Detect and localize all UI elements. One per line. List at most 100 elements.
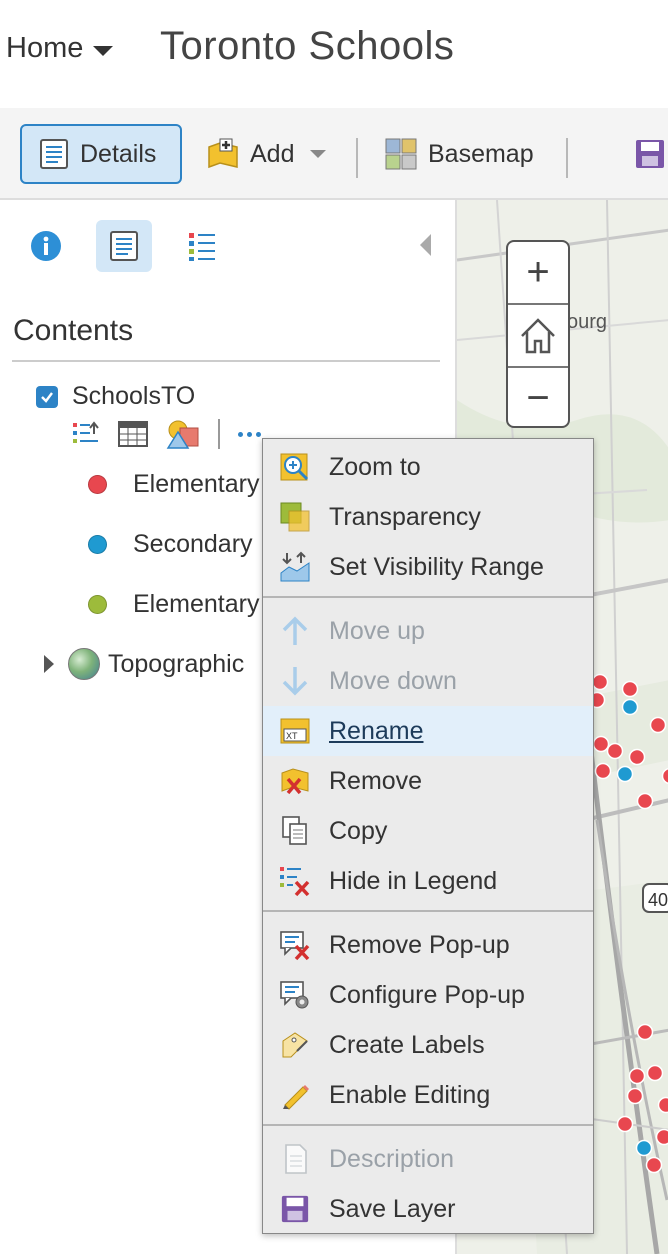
menu-item-remove[interactable]: Remove <box>263 756 593 806</box>
green-circle-icon <box>88 595 107 614</box>
menu-item-label: Move up <box>329 616 425 645</box>
home-icon <box>521 317 555 353</box>
remove-icon <box>279 765 311 797</box>
layer-visibility-checkbox[interactable] <box>36 385 58 408</box>
checkmark-icon <box>41 391 53 403</box>
menu-item-enable-editing[interactable]: Enable Editing <box>263 1070 593 1120</box>
menu-item-label[interactable]: Zoom to <box>329 453 421 482</box>
app-header: Home Toronto Schools <box>0 0 668 108</box>
layer-context-menu: Zoom to Transparency Set Visibility Rang… <box>262 438 594 1234</box>
menu-divider <box>263 596 593 598</box>
zoom-to-icon <box>279 451 311 483</box>
menu-item-label[interactable]: Configure Pop-up <box>329 981 525 1010</box>
document-icon <box>279 1143 311 1175</box>
menu-item-label[interactable]: Enable Editing <box>329 1081 490 1110</box>
svg-text:XT: XT <box>286 731 298 741</box>
visibility-range-icon <box>279 551 311 583</box>
show-legend-icon[interactable] <box>72 420 100 448</box>
menu-item-save-layer[interactable]: Save Layer <box>263 1184 593 1234</box>
toolbar: Details Add Basemap <box>0 108 668 200</box>
menu-item-hide-in-legend[interactable]: Hide in Legend <box>263 856 593 906</box>
map-place-label: ourg <box>567 311 607 333</box>
tab-about[interactable] <box>18 220 74 272</box>
home-extent-button[interactable] <box>508 303 568 366</box>
layer-item-topographic[interactable]: Topographic <box>44 648 244 680</box>
menu-item-label[interactable]: Transparency <box>329 503 481 532</box>
zoom-out-button[interactable]: − <box>508 366 568 429</box>
zoom-in-button[interactable]: + <box>508 242 568 303</box>
blue-circle-icon <box>88 535 107 554</box>
menu-item-label[interactable]: Remove <box>329 767 422 796</box>
caret-down-icon[interactable] <box>93 45 114 56</box>
basemap-layer-name[interactable]: Topographic <box>108 650 244 679</box>
table-icon[interactable] <box>118 421 148 447</box>
menu-item-label[interactable]: Rename <box>329 717 424 746</box>
collapse-panel-icon[interactable] <box>420 234 431 256</box>
add-label[interactable]: Add <box>250 140 294 169</box>
menu-divider <box>263 910 593 912</box>
home-menu[interactable]: Home <box>6 32 114 65</box>
menu-item-label[interactable]: Copy <box>329 817 387 846</box>
layer-tools <box>72 418 261 450</box>
menu-item-zoom-to[interactable]: Zoom to <box>263 442 593 492</box>
menu-item-remove-popup[interactable]: Remove Pop-up <box>263 920 593 970</box>
menu-item-label[interactable]: Create Labels <box>329 1031 485 1060</box>
expand-arrow-icon[interactable] <box>44 655 54 673</box>
rename-icon: XT <box>279 715 311 747</box>
basemap-label[interactable]: Basemap <box>428 140 534 169</box>
tab-contents[interactable] <box>96 220 152 272</box>
layer-name[interactable]: SchoolsTO <box>72 382 195 411</box>
details-icon <box>40 139 68 169</box>
menu-item-configure-popup[interactable]: Configure Pop-up <box>263 970 593 1020</box>
copy-icon <box>279 815 311 847</box>
add-button[interactable]: Add <box>206 124 327 184</box>
info-icon <box>31 231 61 261</box>
menu-item-transparency[interactable]: Transparency <box>263 492 593 542</box>
configure-popup-icon <box>279 979 311 1011</box>
menu-item-label[interactable]: Save Layer <box>329 1195 455 1224</box>
layer-item-schoolsto[interactable]: SchoolsTO <box>36 382 195 411</box>
menu-item-label: Move down <box>329 666 457 695</box>
menu-item-label[interactable]: Remove Pop-up <box>329 931 510 960</box>
menu-item-create-labels[interactable]: Create Labels <box>263 1020 593 1070</box>
menu-item-set-visibility-range[interactable]: Set Visibility Range <box>263 542 593 592</box>
save-icon <box>279 1193 311 1225</box>
map-title: Toronto Schools <box>160 24 455 68</box>
menu-item-move-down: Move down <box>263 656 593 706</box>
menu-item-label[interactable]: Set Visibility Range <box>329 553 544 582</box>
contents-icon <box>110 231 138 261</box>
divider <box>12 360 440 362</box>
menu-divider <box>263 1124 593 1126</box>
basemap-icon <box>385 138 417 170</box>
menu-item-move-up: Move up <box>263 606 593 656</box>
contents-heading: Contents <box>13 314 134 347</box>
details-button[interactable]: Details <box>20 124 182 184</box>
menu-item-rename[interactable]: XT Rename <box>263 706 593 756</box>
legend-icon <box>189 233 215 261</box>
legend-label: Elementary <box>133 590 260 618</box>
highway-shield-label: 40 <box>648 890 668 910</box>
more-options-icon[interactable] <box>238 431 261 437</box>
legend-item: Elementary <box>88 470 259 499</box>
create-labels-icon <box>279 1029 311 1061</box>
home-label[interactable]: Home <box>6 32 83 65</box>
legend-label: Elementary <box>133 470 260 498</box>
toolbar-divider <box>566 138 568 178</box>
basemap-button[interactable]: Basemap <box>384 124 534 184</box>
chevron-down-icon[interactable] <box>310 150 327 158</box>
tab-legend[interactable] <box>174 220 230 272</box>
details-label[interactable]: Details <box>80 140 156 169</box>
change-style-icon[interactable] <box>166 418 200 450</box>
menu-item-label: Description <box>329 1144 455 1173</box>
save-button[interactable] <box>634 124 666 184</box>
remove-popup-icon <box>279 929 311 961</box>
transparency-icon <box>279 501 311 533</box>
menu-item-copy[interactable]: Copy <box>263 806 593 856</box>
legend-item: Elementary <box>88 590 259 619</box>
zoom-control: + − <box>506 240 570 428</box>
arrow-down-icon <box>279 665 311 697</box>
legend-item: Secondary <box>88 530 253 559</box>
toolbar-divider <box>356 138 358 178</box>
arrow-up-icon <box>279 615 311 647</box>
menu-item-label[interactable]: Hide in Legend <box>329 867 497 896</box>
